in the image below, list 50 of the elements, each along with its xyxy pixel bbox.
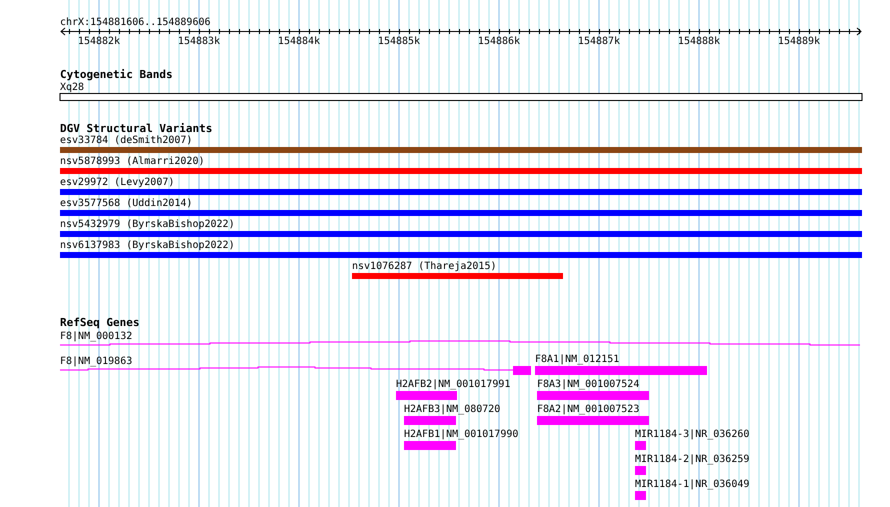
cytoband-bar[interactable] <box>60 93 862 101</box>
feature-label: MIR1184-1|NR_036049 <box>635 479 750 490</box>
variant-bar[interactable] <box>60 168 862 174</box>
region-coordinates: chrX:154881606..154889606 <box>60 17 211 28</box>
ruler-tick-label: 154889k <box>778 36 820 47</box>
feature-label: esv3577568 (Uddin2014) <box>60 198 192 209</box>
ruler-tick-label: 154882k <box>78 36 120 47</box>
band-label: Xq28 <box>60 82 84 93</box>
ruler-tick-label: 154884k <box>278 36 320 47</box>
track-title: RefSeq Genes <box>60 316 140 329</box>
gene-bar[interactable] <box>537 416 649 425</box>
gene-bar[interactable] <box>396 391 457 400</box>
feature-label: nsv5878993 (Almarri2020) <box>60 156 204 167</box>
feature-label: MIR1184-3|NR_036260 <box>635 429 750 440</box>
feature-label: MIR1184-2|NR_036259 <box>635 454 750 465</box>
gene-bar[interactable] <box>404 416 456 425</box>
gene-bar[interactable] <box>635 466 646 475</box>
variant-bar[interactable] <box>60 231 862 237</box>
gene-bar[interactable] <box>537 391 649 400</box>
feature-label: F8A1|NM_012151 <box>535 354 620 365</box>
feature-label: F8|NM_019863 <box>60 356 132 367</box>
ruler-tick-label: 154887k <box>578 36 620 47</box>
ruler-tick-label: 154886k <box>478 36 520 47</box>
ruler-tick-label: 154883k <box>178 36 220 47</box>
variant-bar[interactable] <box>60 189 862 195</box>
ruler-tick-label: 154885k <box>378 36 420 47</box>
variant-bar[interactable] <box>352 273 563 279</box>
transcript-drawing[interactable] <box>60 340 860 346</box>
variant-bar[interactable] <box>60 147 862 153</box>
transcript-drawing[interactable] <box>60 366 531 375</box>
gene-bar[interactable] <box>404 441 456 450</box>
feature-label: H2AFB1|NM_001017990 <box>404 429 518 440</box>
track-title: Cytogenetic Bands <box>60 68 173 81</box>
track-title: DGV Structural Variants <box>60 122 212 135</box>
feature-label: nsv5432979 (ByrskaBishop2022) <box>60 219 235 230</box>
feature-label: H2AFB2|NM_001017991 <box>396 379 510 390</box>
gene-bar[interactable] <box>535 366 707 375</box>
feature-label: esv33784 (deSmith2007) <box>60 135 192 146</box>
gene-bar[interactable] <box>635 491 646 500</box>
variant-bar[interactable] <box>60 252 862 258</box>
feature-label: H2AFB3|NM_080720 <box>404 404 500 415</box>
variant-bar[interactable] <box>60 210 862 216</box>
feature-label: nsv1076287 (Thareja2015) <box>352 261 496 272</box>
ruler-tick-label: 154888k <box>678 36 720 47</box>
feature-label: esv29972 (Levy2007) <box>60 177 174 188</box>
feature-label: F8|NM_000132 <box>60 331 132 342</box>
gene-bar[interactable] <box>635 441 646 450</box>
feature-label: F8A2|NM_001007523 <box>537 404 640 415</box>
feature-label: F8A3|NM_001007524 <box>537 379 640 390</box>
feature-label: nsv6137983 (ByrskaBishop2022) <box>60 240 235 251</box>
